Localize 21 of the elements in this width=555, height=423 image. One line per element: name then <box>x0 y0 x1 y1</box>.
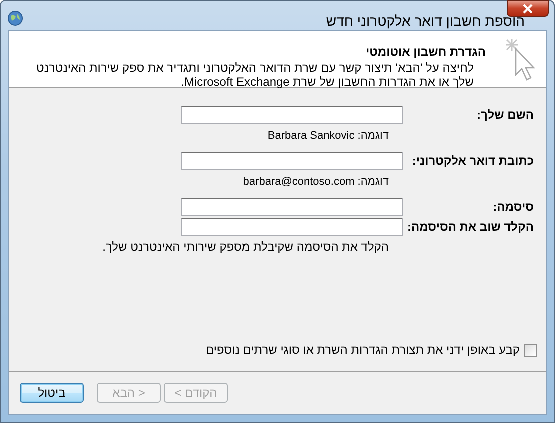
field-label: כתובת דואר אלקטרוני: <box>411 154 534 168</box>
close-icon <box>522 4 534 14</box>
description-text: לחיצה על 'הבא' תיצור קשר עם שרת הדואר האלקטרוני ותגדיר את ספק שירות האינטרנט שלך או את הגדרות החשבון של שרת Microsoft Exchange. <box>35 61 474 89</box>
section-title: הגדרת חשבון אוטומטי <box>365 45 486 59</box>
field-label: הקלד שוב את הסיסמה: <box>406 220 534 234</box>
checkbox[interactable] <box>524 344 537 356</box>
sparkle-cursor-icon <box>504 37 536 83</box>
hint-text: הקלד את הסיסמה שקיבלת מספק שירותי האינטרנט שלך. <box>102 240 389 254</box>
hint-text: דוגמה: barbara@contoso.com <box>243 176 389 188</box>
cancel-button[interactable]: ביטול <box>20 383 84 403</box>
input-field[interactable] <box>181 152 403 170</box>
globe-icon <box>8 11 23 26</box>
window-title: הוספת חשבון דואר אלקטרוני חדש <box>326 12 525 28</box>
field-label: השם שלך: <box>476 108 534 122</box>
input-field[interactable] <box>181 198 403 216</box>
checkbox-label[interactable]: קבע באופן ידני את תצורת הגדרות השרת או סוגי שרתים נוספים <box>206 343 520 357</box>
input-field[interactable] <box>181 218 403 236</box>
field-label: סיסמה: <box>492 200 534 214</box>
input-field[interactable] <box>181 106 403 124</box>
hint-text: דוגמה: Barbara Sankovic <box>268 130 389 142</box>
close-button[interactable] <box>507 0 549 17</box>
